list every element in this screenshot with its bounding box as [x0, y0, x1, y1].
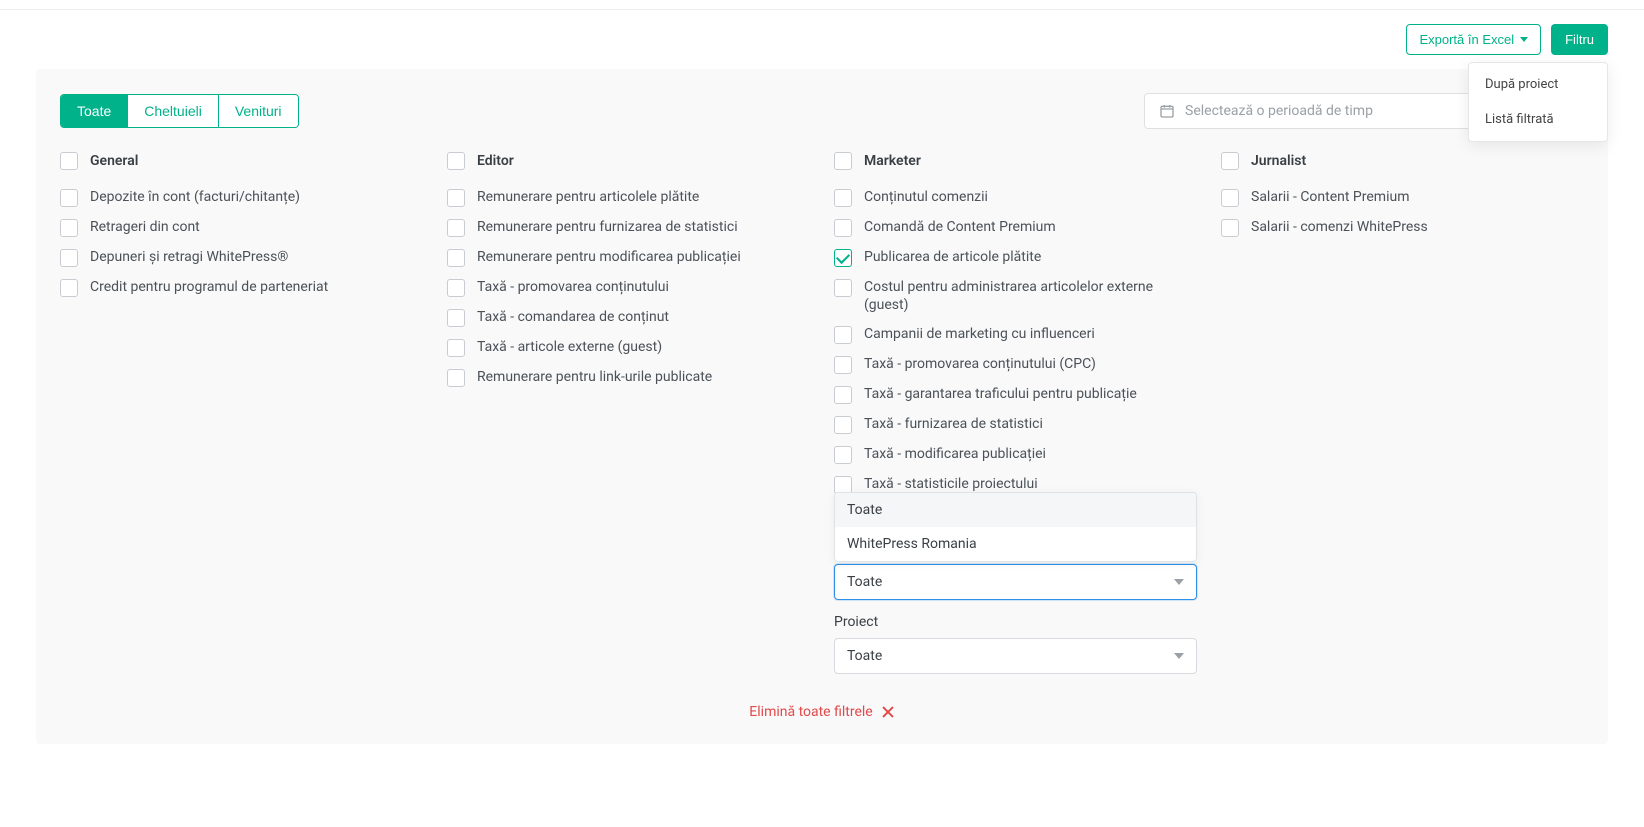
tab-expenses[interactable]: Cheltuieli: [128, 95, 219, 127]
filter-label: Remunerare pentru furnizarea de statisti…: [477, 218, 738, 236]
date-placeholder: Selectează o perioadă de timp: [1185, 103, 1373, 119]
filter-label: Remunerare pentru link-urile publicate: [477, 368, 712, 386]
checkbox[interactable]: [834, 356, 852, 374]
filter-label: Publicarea de articole plătite: [864, 248, 1041, 266]
filter-label: Remunerare pentru modificarea publicație…: [477, 248, 741, 266]
menu-item-by-project[interactable]: După proiect: [1469, 67, 1607, 102]
checkbox[interactable]: [60, 279, 78, 297]
project-select[interactable]: Toate: [834, 638, 1197, 674]
filter-label: Salarii - comenzi WhitePress: [1251, 218, 1428, 236]
column-journalist: Jurnalist Salarii - Content Premium Sala…: [1221, 151, 1584, 248]
filter-label: Remunerare pentru articolele plătite: [477, 188, 699, 206]
checkbox[interactable]: [834, 279, 852, 297]
tab-all[interactable]: Toate: [61, 95, 128, 127]
select-value: Toate: [847, 574, 882, 590]
filter-label: Taxă - articole externe (guest): [477, 338, 662, 356]
checkbox[interactable]: [447, 339, 465, 357]
checkbox-general-all[interactable]: [60, 152, 78, 170]
checkbox[interactable]: [447, 279, 465, 297]
checkbox-journalist-all[interactable]: [1221, 152, 1239, 170]
menu-item-filtered-list[interactable]: Listă filtrată: [1469, 102, 1607, 137]
checkbox-editor-all[interactable]: [447, 152, 465, 170]
column-title: General: [90, 153, 138, 169]
checkbox[interactable]: [447, 219, 465, 237]
export-excel-button[interactable]: Exportă în Excel: [1406, 24, 1541, 55]
column-general: General Depozite în cont (facturi/chitan…: [60, 151, 423, 308]
checkbox[interactable]: [834, 249, 852, 267]
checkbox[interactable]: [447, 249, 465, 267]
filter-label: Taxă - statisticile proiectului: [864, 475, 1038, 493]
checkbox[interactable]: [1221, 189, 1239, 207]
publisher-select[interactable]: Toate: [834, 564, 1197, 600]
filter-label: Taxă - modificarea publicației: [864, 445, 1046, 463]
filter-label: Depozite în cont (facturi/chitanțe): [90, 188, 300, 206]
checkbox-marketer-all[interactable]: [834, 152, 852, 170]
filter-label: Salarii - Content Premium: [1251, 188, 1409, 206]
checkbox[interactable]: [834, 446, 852, 464]
column-editor: Editor Remunerare pentru articolele plăt…: [447, 151, 810, 398]
select-value: Toate: [847, 648, 882, 664]
chevron-down-icon: [1520, 37, 1528, 42]
checkbox[interactable]: [834, 386, 852, 404]
publisher-select-options: Toate WhitePress Romania: [834, 492, 1197, 562]
filter-label: Retrageri din cont: [90, 218, 200, 236]
project-field-label: Proiect: [834, 614, 1197, 630]
filter-label: Taxă - promovarea conținutului: [477, 278, 669, 296]
checkbox[interactable]: [447, 309, 465, 327]
option-whitepress-romania[interactable]: WhitePress Romania: [835, 527, 1196, 561]
filter-label: Taxă - comandarea de conținut: [477, 308, 669, 326]
export-label: Exportă în Excel: [1419, 32, 1514, 47]
chevron-down-icon: [1174, 653, 1184, 659]
close-icon: [881, 705, 895, 719]
column-title: Marketer: [864, 153, 921, 169]
checkbox[interactable]: [834, 416, 852, 434]
checkbox[interactable]: [1221, 219, 1239, 237]
checkbox[interactable]: [834, 219, 852, 237]
filter-label: Credit pentru programul de parteneriat: [90, 278, 328, 296]
filter-label: Conținutul comenzii: [864, 188, 988, 206]
filter-label: Costul pentru administrarea articolelor …: [864, 278, 1197, 314]
checkbox[interactable]: [834, 189, 852, 207]
checkbox[interactable]: [60, 219, 78, 237]
checkbox[interactable]: [447, 369, 465, 387]
filter-button[interactable]: Filtru: [1551, 24, 1608, 55]
type-tabs: Toate Cheltuieli Venituri: [60, 94, 299, 128]
column-title: Jurnalist: [1251, 153, 1306, 169]
clear-filters-link[interactable]: Elimină toate filtrele: [749, 704, 894, 720]
clear-filters-label: Elimină toate filtrele: [749, 704, 872, 720]
checkbox[interactable]: [447, 189, 465, 207]
checkbox[interactable]: [834, 326, 852, 344]
option-all[interactable]: Toate: [835, 493, 1196, 527]
filter-label: Comandă de Content Premium: [864, 218, 1056, 236]
column-title: Editor: [477, 153, 514, 169]
filter-label: Taxă - promovarea conținutului (CPC): [864, 355, 1096, 373]
calendar-icon: [1159, 103, 1175, 119]
checkbox[interactable]: [60, 189, 78, 207]
filter-label: Depuneri și retragi WhitePress®: [90, 248, 288, 266]
filter-label: Taxă - garantarea traficului pentru publ…: [864, 385, 1137, 403]
tab-income[interactable]: Venituri: [219, 95, 298, 127]
filter-label: Campanii de marketing cu influenceri: [864, 325, 1095, 343]
checkbox[interactable]: [60, 249, 78, 267]
export-dropdown-menu: După proiect Listă filtrată: [1468, 62, 1608, 142]
filter-label: Taxă - furnizarea de statistici: [864, 415, 1043, 433]
chevron-down-icon: [1174, 579, 1184, 585]
column-marketer: Marketer Conținutul comenzii Comandă de …: [834, 151, 1197, 674]
